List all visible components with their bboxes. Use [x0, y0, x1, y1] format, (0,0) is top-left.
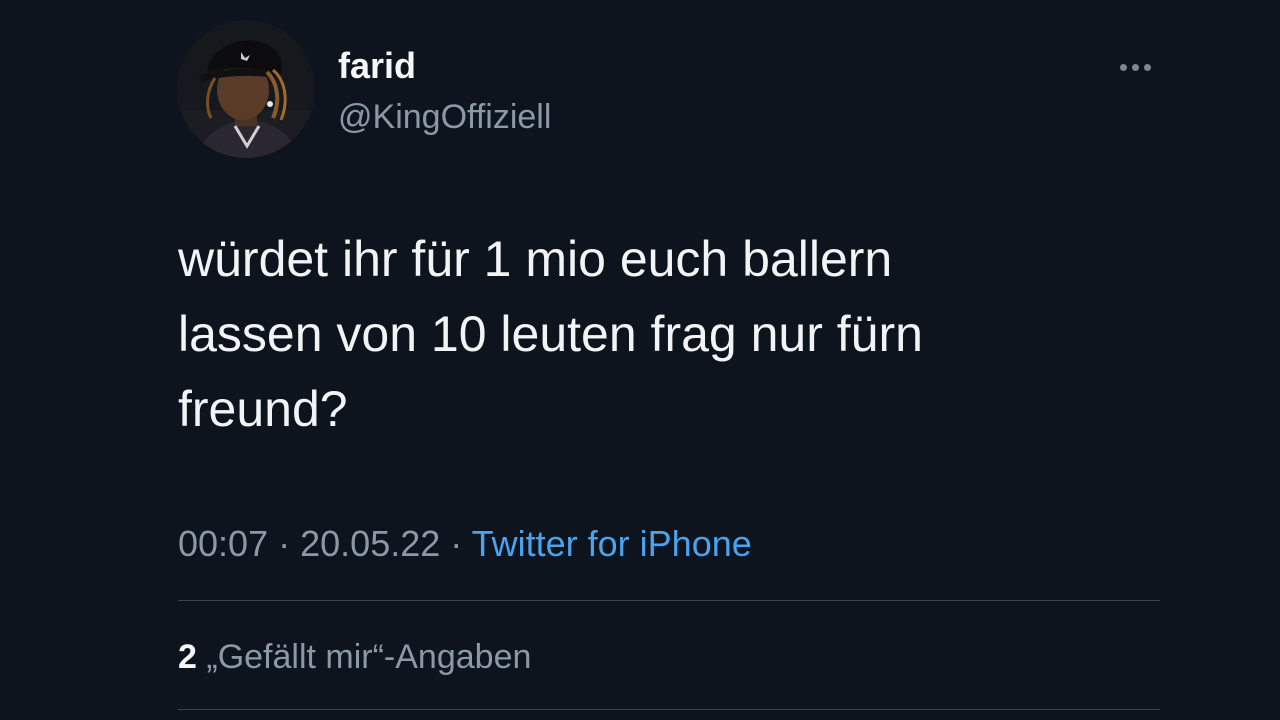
tweet-time[interactable]: 00:07 — [178, 523, 268, 564]
author-handle[interactable]: @KingOffiziell — [338, 96, 551, 138]
divider — [178, 709, 1160, 710]
divider — [178, 600, 1160, 601]
meta-separator: · — [278, 523, 291, 564]
tweet-text: würdet ihr für 1 mio euch ballern lassen… — [178, 231, 923, 437]
avatar-image — [177, 20, 315, 158]
avatar[interactable] — [177, 20, 315, 158]
tweet-source-link[interactable]: Twitter for iPhone — [472, 523, 752, 564]
meta-separator: · — [450, 523, 463, 564]
more-horizontal-icon — [1119, 63, 1151, 71]
tweet-meta: 00:07 · 20.05.22 · Twitter for iPhone — [178, 520, 752, 568]
likes-stat[interactable]: 2 „Gefällt mir“-Angaben — [178, 634, 531, 680]
author-display-name[interactable]: farid — [338, 44, 416, 88]
likes-label: „Gefällt mir“-Angaben — [206, 638, 532, 676]
more-options-button[interactable] — [1108, 52, 1162, 82]
tweet-card: farid @KingOffiziell würdet ihr für 1 mi… — [0, 0, 1280, 720]
likes-count: 2 — [178, 638, 197, 676]
tweet-date[interactable]: 20.05.22 — [300, 523, 440, 564]
